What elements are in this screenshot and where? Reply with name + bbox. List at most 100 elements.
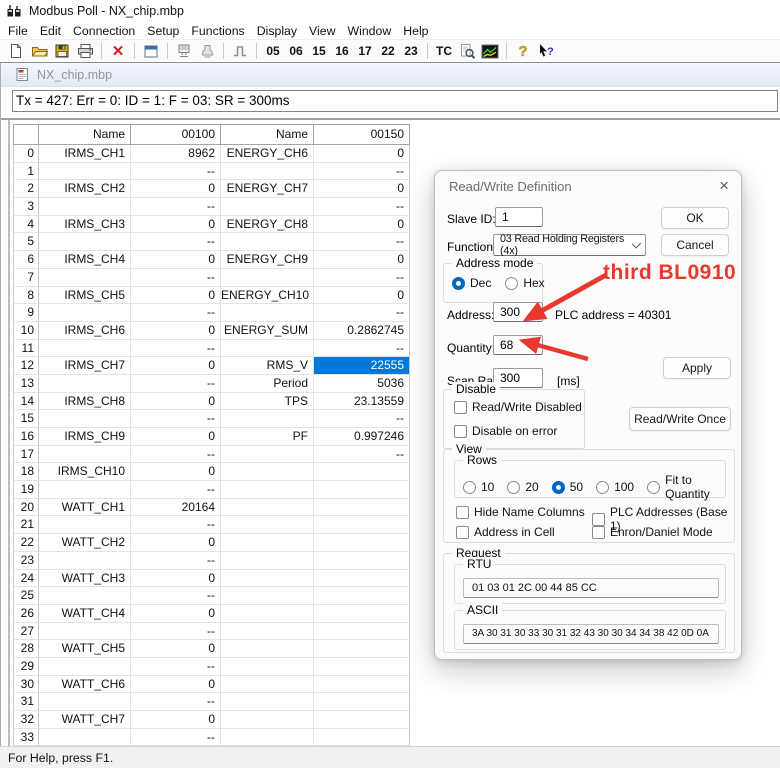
- row-number[interactable]: 12: [13, 357, 39, 375]
- grid-cell[interactable]: 0: [131, 463, 221, 481]
- grid-cell[interactable]: [314, 499, 410, 517]
- radio-fit-to-quantity[interactable]: Fit to Quantity: [647, 473, 725, 501]
- grid-cell[interactable]: Period: [221, 375, 314, 393]
- grid-cell[interactable]: [314, 623, 410, 641]
- grid-cell[interactable]: [39, 516, 131, 534]
- grid-cell[interactable]: 0: [131, 676, 221, 694]
- menu-functions[interactable]: Functions: [185, 24, 250, 38]
- row-number[interactable]: 3: [13, 198, 39, 216]
- print-button[interactable]: [74, 41, 96, 61]
- grid-cell[interactable]: 0: [131, 428, 221, 446]
- grid-cell[interactable]: [39, 658, 131, 676]
- grid-cell[interactable]: [221, 534, 314, 552]
- checkbox-hide-name-columns[interactable]: Hide Name Columns: [456, 505, 585, 519]
- single-poll-button[interactable]: [229, 41, 251, 61]
- grid-cell[interactable]: --: [314, 340, 410, 358]
- grid-cell[interactable]: 0: [131, 605, 221, 623]
- grid-cell[interactable]: WATT_CH7: [39, 711, 131, 729]
- grid-cell[interactable]: IRMS_CH1: [39, 145, 131, 163]
- grid-cell[interactable]: [314, 693, 410, 711]
- row-number[interactable]: 26: [13, 605, 39, 623]
- grid-cell[interactable]: [314, 552, 410, 570]
- grid-cell[interactable]: [221, 163, 314, 181]
- grid-cell[interactable]: 0: [131, 322, 221, 340]
- grid-cell[interactable]: [221, 552, 314, 570]
- grid-cell[interactable]: [221, 640, 314, 658]
- radio-rows-100[interactable]: 100: [596, 473, 634, 501]
- grid-cell[interactable]: [314, 605, 410, 623]
- grid-cell[interactable]: 5036: [314, 375, 410, 393]
- grid-cell[interactable]: [221, 446, 314, 464]
- checkbox-enron-daniel-mode[interactable]: Enron/Daniel Mode: [592, 525, 713, 539]
- ok-button[interactable]: OK: [661, 207, 729, 229]
- grid-header-name1[interactable]: Name: [39, 124, 131, 145]
- grid-cell[interactable]: 0: [131, 393, 221, 411]
- grid-cell[interactable]: --: [131, 516, 221, 534]
- grid-cell[interactable]: 0: [314, 251, 410, 269]
- grid-cell[interactable]: 0: [314, 180, 410, 198]
- grid-cell[interactable]: 23.13559: [314, 393, 410, 411]
- grid-cell[interactable]: 22555: [314, 357, 410, 375]
- row-number[interactable]: 18: [13, 463, 39, 481]
- grid-cell[interactable]: 20164: [131, 499, 221, 517]
- grid-cell[interactable]: [314, 711, 410, 729]
- grid-cell[interactable]: [314, 570, 410, 588]
- scan-rate-field[interactable]: [493, 368, 543, 388]
- row-number[interactable]: 22: [13, 534, 39, 552]
- grid-header-00100[interactable]: 00100: [131, 124, 221, 145]
- grid-cell[interactable]: --: [131, 304, 221, 322]
- grid-cell[interactable]: [221, 658, 314, 676]
- row-number[interactable]: 9: [13, 304, 39, 322]
- grid-cell[interactable]: [221, 711, 314, 729]
- grid-cell[interactable]: --: [131, 375, 221, 393]
- grid-cell[interactable]: [314, 729, 410, 747]
- checkbox-disable-on-error[interactable]: Disable on error: [454, 424, 557, 438]
- grid-header-name2[interactable]: Name: [221, 124, 314, 145]
- grid-cell[interactable]: [314, 587, 410, 605]
- grid-cell[interactable]: [39, 163, 131, 181]
- grid-cell[interactable]: 0.2862745: [314, 322, 410, 340]
- grid-cell[interactable]: IRMS_CH8: [39, 393, 131, 411]
- grid-cell[interactable]: 8962: [131, 145, 221, 163]
- menu-file[interactable]: File: [2, 24, 34, 38]
- row-number[interactable]: 5: [13, 233, 39, 251]
- grid-cell[interactable]: [39, 587, 131, 605]
- disconnect-button[interactable]: ✕: [107, 41, 129, 61]
- grid-cell[interactable]: IRMS_CH10: [39, 463, 131, 481]
- grid-cell[interactable]: [221, 198, 314, 216]
- row-number[interactable]: 11: [13, 340, 39, 358]
- communication-traffic-button[interactable]: [173, 41, 195, 61]
- checkbox-address-in-cell[interactable]: Address in Cell: [456, 525, 555, 539]
- grid-cell[interactable]: 0: [131, 534, 221, 552]
- grid-cell[interactable]: [221, 499, 314, 517]
- grid-cell[interactable]: [314, 676, 410, 694]
- row-number[interactable]: 28: [13, 640, 39, 658]
- function-15-button[interactable]: 15: [308, 41, 330, 61]
- grid-cell[interactable]: IRMS_CH6: [39, 322, 131, 340]
- close-icon[interactable]: ×: [719, 176, 729, 196]
- radio-hex[interactable]: Hex: [505, 276, 544, 290]
- radio-dec[interactable]: Dec: [452, 276, 491, 290]
- grid-cell[interactable]: 0: [131, 287, 221, 305]
- row-number[interactable]: 16: [13, 428, 39, 446]
- grid-cell[interactable]: [221, 605, 314, 623]
- grid-cell[interactable]: 0.997246: [314, 428, 410, 446]
- grid-header-00150[interactable]: 00150: [314, 124, 410, 145]
- grid-cell[interactable]: 0: [131, 640, 221, 658]
- grid-cell[interactable]: [39, 481, 131, 499]
- grid-cell[interactable]: 0: [131, 216, 221, 234]
- context-help-button[interactable]: ?: [535, 41, 557, 61]
- grid-cell[interactable]: ENERGY_CH7: [221, 180, 314, 198]
- row-number[interactable]: 25: [13, 587, 39, 605]
- function-05-button[interactable]: 05: [262, 41, 284, 61]
- grid-cell[interactable]: ENERGY_SUM: [221, 322, 314, 340]
- grid-cell[interactable]: 0: [131, 251, 221, 269]
- grid-cell[interactable]: RMS_V: [221, 357, 314, 375]
- function-22-button[interactable]: 22: [377, 41, 399, 61]
- grid-cell[interactable]: [314, 658, 410, 676]
- grid-cell[interactable]: ENERGY_CH8: [221, 216, 314, 234]
- radio-rows-50[interactable]: 50: [552, 473, 583, 501]
- grid-cell[interactable]: --: [131, 446, 221, 464]
- function-16-button[interactable]: 16: [331, 41, 353, 61]
- grid-cell[interactable]: [221, 729, 314, 747]
